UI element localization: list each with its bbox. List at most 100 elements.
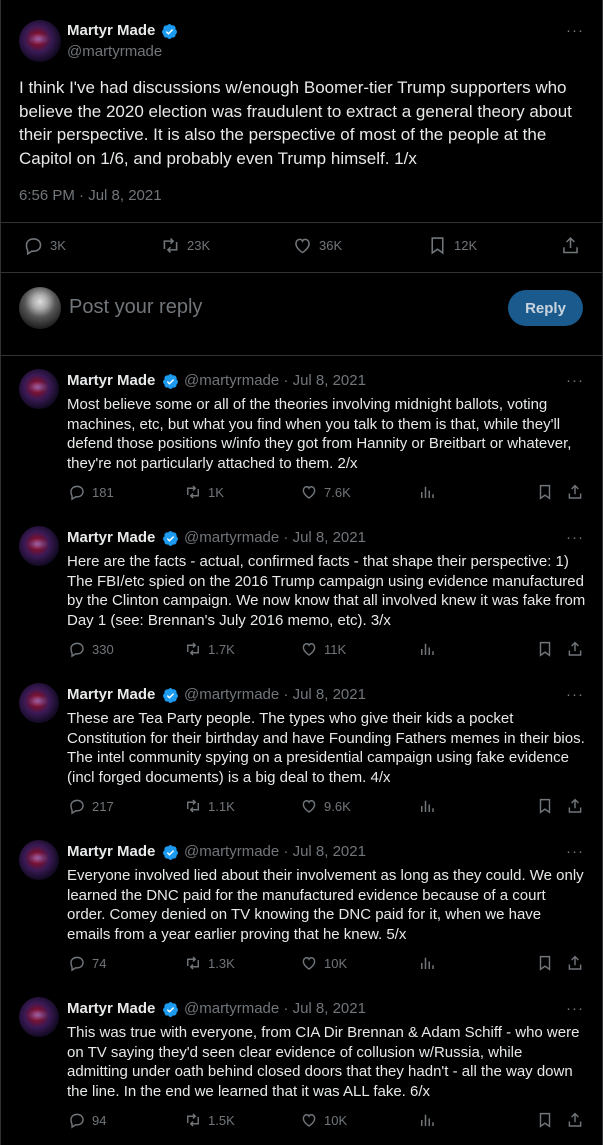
handle-and-date[interactable]: @martyrmade · Jul 8, 2021 bbox=[184, 529, 366, 546]
bookmark-icon bbox=[539, 641, 551, 657]
verified-badge-icon bbox=[162, 24, 177, 39]
author-name[interactable]: Martyr Made bbox=[67, 686, 155, 703]
divider bbox=[0, 272, 603, 273]
bookmark-action[interactable] bbox=[536, 797, 554, 815]
repost-icon bbox=[187, 485, 199, 499]
reply-action[interactable]: 217 bbox=[68, 797, 114, 815]
repost-count: 1.3K bbox=[208, 955, 235, 971]
repost-count: 1.5K bbox=[208, 1112, 235, 1128]
tweet-timestamp[interactable]: 6:56 PM · Jul 8, 2021 bbox=[19, 187, 162, 204]
author-handle[interactable]: @martyrmade bbox=[67, 43, 162, 60]
avatar[interactable] bbox=[19, 683, 59, 723]
views-action[interactable] bbox=[418, 640, 436, 658]
reply-action[interactable]: 181 bbox=[68, 483, 114, 501]
divider bbox=[0, 355, 603, 356]
share-action[interactable] bbox=[566, 640, 584, 658]
bookmark-action[interactable] bbox=[536, 1111, 554, 1129]
share-action[interactable] bbox=[566, 483, 584, 501]
reply-count: 181 bbox=[92, 484, 114, 500]
share-action[interactable] bbox=[566, 797, 584, 815]
like-action[interactable]: 10K bbox=[300, 1111, 347, 1129]
action-bar: 3K 23K 36K 12K bbox=[0, 235, 603, 259]
like-action[interactable]: 9.6K bbox=[300, 797, 351, 815]
bookmark-icon bbox=[539, 798, 551, 814]
like-action[interactable]: 10K bbox=[300, 954, 347, 972]
views-action[interactable] bbox=[418, 797, 436, 815]
views-action[interactable] bbox=[418, 483, 436, 501]
heart-icon bbox=[295, 238, 310, 254]
thread-tweet[interactable]: Martyr Made @martyrmade · Jul 8, 2021 ··… bbox=[0, 514, 603, 671]
thread-tweet[interactable]: Martyr Made @martyrmade · Jul 8, 2021 ··… bbox=[0, 985, 603, 1142]
more-options-icon[interactable]: ··· bbox=[566, 372, 584, 389]
author-name[interactable]: Martyr Made bbox=[67, 22, 155, 39]
repost-action[interactable]: 1K bbox=[184, 483, 224, 501]
thread-tweet[interactable]: Martyr Made @martyrmade · Jul 8, 2021 ··… bbox=[0, 828, 603, 985]
author-name[interactable]: Martyr Made bbox=[67, 372, 155, 389]
reply-action[interactable]: 74 bbox=[68, 954, 106, 972]
author-name[interactable]: Martyr Made bbox=[67, 843, 155, 860]
tweet-text: This was true with everyone, from CIA Di… bbox=[67, 1024, 580, 1100]
views-action[interactable] bbox=[418, 1111, 436, 1129]
heart-icon bbox=[302, 800, 316, 813]
handle-and-date[interactable]: @martyrmade · Jul 8, 2021 bbox=[184, 1000, 366, 1017]
avatar[interactable] bbox=[19, 369, 59, 409]
repost-action[interactable]: 1.5K bbox=[184, 1111, 235, 1129]
reply-action[interactable]: 94 bbox=[68, 1111, 106, 1129]
analytics-icon bbox=[421, 1114, 434, 1126]
bookmark-action[interactable] bbox=[536, 483, 554, 501]
verified-badge-icon bbox=[163, 688, 178, 703]
like-action[interactable]: 7.6K bbox=[300, 483, 351, 501]
like-count: 9.6K bbox=[324, 798, 351, 814]
repost-action[interactable]: 23K bbox=[160, 235, 210, 256]
repost-action[interactable]: 1.1K bbox=[184, 797, 235, 815]
more-options-icon[interactable]: ··· bbox=[566, 686, 584, 703]
repost-action[interactable]: 1.3K bbox=[184, 954, 235, 972]
tweet-text: These are Tea Party people. The types wh… bbox=[67, 710, 585, 786]
more-options-icon[interactable]: ··· bbox=[566, 843, 584, 860]
reply-count: 3K bbox=[50, 238, 66, 253]
bookmark-action[interactable] bbox=[536, 640, 554, 658]
handle-and-date[interactable]: @martyrmade · Jul 8, 2021 bbox=[184, 686, 366, 703]
views-action[interactable] bbox=[418, 954, 436, 972]
avatar[interactable] bbox=[19, 20, 61, 62]
reply-icon bbox=[70, 485, 84, 501]
bookmark-count: 12K bbox=[454, 238, 478, 253]
avatar[interactable] bbox=[19, 840, 59, 880]
more-options-icon[interactable]: ··· bbox=[566, 22, 584, 39]
current-user-avatar[interactable] bbox=[19, 287, 61, 329]
author-name[interactable]: Martyr Made bbox=[67, 1000, 155, 1017]
thread-tweet[interactable]: Martyr Made @martyrmade · Jul 8, 2021 ··… bbox=[0, 671, 603, 828]
reply-action[interactable]: 330 bbox=[68, 640, 114, 658]
handle-and-date[interactable]: @martyrmade · Jul 8, 2021 bbox=[184, 843, 366, 860]
repost-action[interactable]: 1.7K bbox=[184, 640, 235, 658]
bookmark-action[interactable] bbox=[536, 954, 554, 972]
avatar[interactable] bbox=[19, 526, 59, 566]
reply-action[interactable]: 3K bbox=[23, 235, 66, 256]
share-action[interactable] bbox=[560, 235, 581, 256]
more-options-icon[interactable]: ··· bbox=[566, 1000, 584, 1017]
reply-count: 74 bbox=[92, 955, 107, 971]
repost-count: 1.1K bbox=[208, 798, 235, 814]
repost-icon bbox=[187, 799, 199, 813]
share-action[interactable] bbox=[566, 1111, 584, 1129]
repost-icon bbox=[187, 1113, 199, 1127]
tweet-text: I think I've had discussions w/enough Bo… bbox=[19, 78, 572, 168]
like-count: 36K bbox=[319, 238, 343, 253]
like-action[interactable]: 11K bbox=[300, 640, 346, 658]
like-action[interactable]: 36K bbox=[292, 235, 342, 256]
handle-and-date[interactable]: @martyrmade · Jul 8, 2021 bbox=[184, 372, 366, 389]
bookmark-action[interactable]: 12K bbox=[427, 235, 477, 256]
repost-icon bbox=[187, 642, 199, 656]
reply-button[interactable]: Reply bbox=[508, 290, 583, 326]
verified-badge-icon bbox=[163, 374, 178, 389]
reply-input[interactable]: Post your reply bbox=[69, 296, 202, 319]
share-icon bbox=[568, 955, 582, 970]
reply-count: 217 bbox=[92, 798, 114, 814]
heart-icon bbox=[302, 1114, 316, 1127]
more-options-icon[interactable]: ··· bbox=[566, 529, 584, 546]
avatar[interactable] bbox=[19, 997, 59, 1037]
bookmark-icon bbox=[539, 955, 551, 971]
author-name[interactable]: Martyr Made bbox=[67, 529, 155, 546]
thread-tweet[interactable]: Martyr Made @martyrmade · Jul 8, 2021 ··… bbox=[0, 357, 603, 514]
share-action[interactable] bbox=[566, 954, 584, 972]
